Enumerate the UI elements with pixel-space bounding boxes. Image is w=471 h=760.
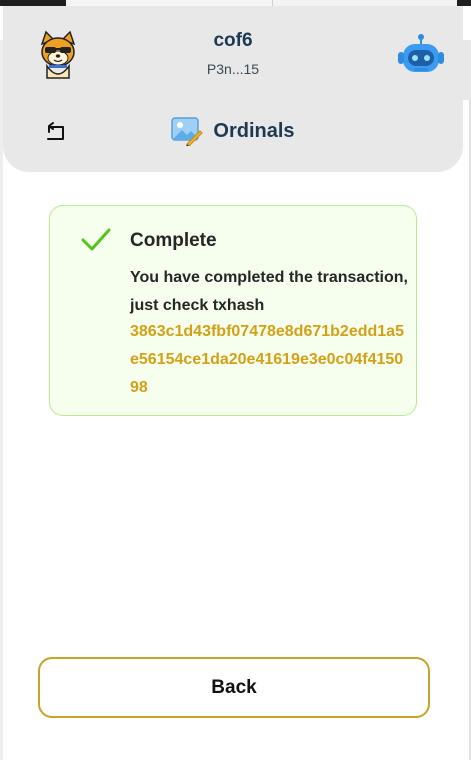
result-title: Complete bbox=[130, 230, 217, 251]
page-title: Ordinals bbox=[213, 119, 295, 142]
back-button[interactable]: Back bbox=[38, 657, 430, 718]
result-message: You have completed the transaction, just… bbox=[130, 269, 408, 314]
txhash-link[interactable]: 3863c1d43fbf07478e8d671b2edd1a5e56154ce1… bbox=[130, 318, 410, 402]
checkmark-icon bbox=[80, 226, 112, 254]
account-address[interactable]: P3n...15 bbox=[3, 61, 463, 77]
page-title-bar: Ordinals bbox=[3, 114, 463, 148]
wallet-header: cof6 P3n...15 Ordinals bbox=[3, 6, 463, 172]
image-pencil-icon bbox=[171, 116, 204, 147]
app-frame: cof6 P3n...15 Ordinals Complete You have… bbox=[0, 0, 471, 760]
account-name: cof6 bbox=[213, 30, 253, 51]
robot-icon[interactable] bbox=[397, 32, 445, 80]
transaction-result-card: Complete You have completed the transact… bbox=[49, 205, 417, 416]
window-edge-right bbox=[463, 40, 471, 100]
